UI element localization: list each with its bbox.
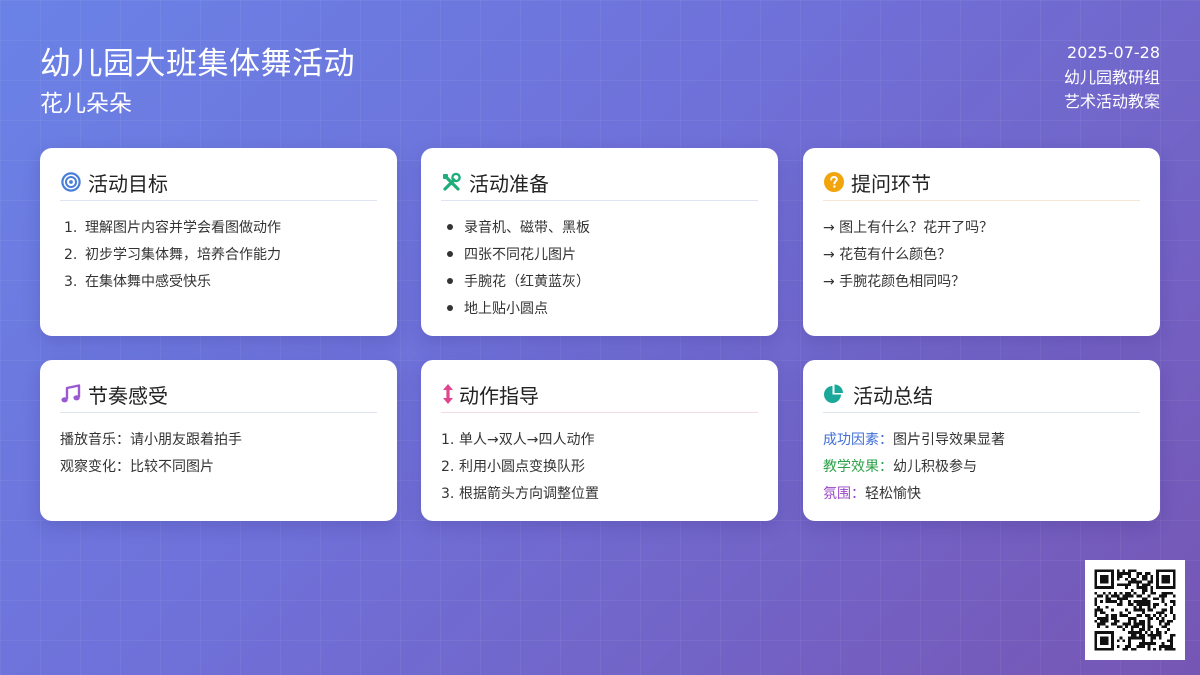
item-text: 在集体舞中感受快乐	[85, 274, 211, 290]
target-icon	[60, 172, 81, 193]
card-activity-prep: 活动准备 录音机、磁带、黑板 四张不同花儿图片 手腕花（红黄蓝灰） 地上贴小圆点	[421, 148, 778, 336]
item-label: 氛围	[823, 486, 851, 502]
item-text: 四张不同花儿图片	[464, 247, 576, 263]
card-header: 活动目标	[60, 168, 377, 201]
list-item: 录音机、磁带、黑板	[441, 215, 758, 242]
rhythm-list: 播放音乐：请小朋友跟着拍手 观察变化：比较不同图片	[60, 427, 377, 481]
category-label: 艺术活动教案	[1063, 92, 1160, 111]
list-item: 地上贴小圆点	[441, 296, 758, 323]
list-item: 手腕花（红黄蓝灰）	[441, 269, 758, 296]
card-title: 活动准备	[469, 171, 549, 196]
card-title: 活动总结	[853, 383, 933, 408]
goals-list: 1. 理解图片内容并学会看图做动作 2. 初步学习集体舞，培养合作能力 3. 在集体舞…	[60, 215, 377, 296]
item-number: 1.	[441, 432, 455, 448]
item-text: 轻松愉快	[865, 486, 921, 502]
list-item: 2. 初步学习集体舞，培养合作能力	[60, 242, 377, 269]
item-text: 手腕花（红黄蓝灰）	[464, 274, 590, 290]
item-text: 单人→双人→四人动作	[459, 432, 595, 448]
date-label: 2025-07-28	[1067, 43, 1160, 62]
bullet-icon	[447, 278, 453, 284]
list-item: 氛围：轻松愉快	[823, 481, 1140, 508]
list-item: → 手腕花颜色相同吗？	[823, 274, 966, 290]
item-label: 成功因素	[823, 432, 879, 448]
page-title: 幼儿园大班集体舞活动	[40, 46, 355, 82]
bullet-icon	[447, 224, 453, 230]
list-item: 四张不同花儿图片	[441, 242, 758, 269]
card-title: 节奏感受	[88, 383, 168, 408]
org-label: 幼儿园教研组	[1063, 67, 1160, 87]
item-text: 图片引导效果显著	[893, 432, 1005, 448]
card-header: 活动总结	[823, 380, 1140, 413]
card-title: 提问环节	[851, 171, 931, 196]
card-header: 活动准备	[441, 168, 758, 201]
arrows-vertical-icon	[441, 384, 454, 405]
tools-icon	[441, 172, 462, 193]
music-note-icon	[60, 383, 81, 405]
item-number: 1.	[64, 220, 78, 236]
item-text: 利用小圆点变换队形	[459, 459, 585, 475]
item-text: 理解图片内容并学会看图做动作	[85, 220, 281, 236]
item-number: 2.	[441, 459, 455, 475]
header-meta: 2025-07-28 幼儿园教研组 艺术活动教案	[1064, 41, 1160, 115]
card-header: 动作指导	[441, 380, 758, 413]
qr-code-icon[interactable]	[1085, 560, 1185, 660]
summary-list: 成功因素：图片引导效果显著 教学效果：幼儿积极参与 氛围：轻松愉快	[823, 427, 1140, 508]
item-text: 录音机、磁带、黑板	[464, 220, 590, 236]
item-separator: ：	[851, 486, 865, 502]
list-item: 教学效果：幼儿积极参与	[823, 454, 1140, 481]
item-text: 幼儿积极参与	[893, 459, 977, 475]
page-subtitle: 花儿朵朵	[40, 91, 132, 117]
pie-chart-icon	[823, 384, 844, 405]
list-item: 播放音乐：请小朋友跟着拍手	[60, 432, 242, 448]
list-item: → 图上有什么？花开了吗？	[823, 220, 994, 236]
list-item: 2. 利用小圆点变换队形	[441, 454, 758, 481]
bullet-icon	[447, 251, 453, 257]
card-questions: 提问环节 → 图上有什么？花开了吗？ → 花苞有什么颜色？ → 手腕花颜色相同吗…	[803, 148, 1160, 336]
list-item: 观察变化：比较不同图片	[60, 459, 214, 475]
bullet-icon	[447, 305, 453, 311]
questions-list: → 图上有什么？花开了吗？ → 花苞有什么颜色？ → 手腕花颜色相同吗？	[823, 215, 1140, 296]
card-header: 提问环节	[823, 168, 1140, 201]
item-number: 3.	[441, 486, 455, 502]
item-text: 地上贴小圆点	[464, 301, 548, 317]
moves-list: 1. 单人→双人→四人动作 2. 利用小圆点变换队形 3. 根据箭头方向调整位置	[441, 427, 758, 508]
item-number: 2.	[64, 247, 78, 263]
card-title: 动作指导	[459, 383, 539, 408]
list-item: 1. 单人→双人→四人动作	[441, 427, 758, 454]
list-item: 3. 在集体舞中感受快乐	[60, 269, 377, 296]
question-circle-icon	[823, 172, 844, 193]
item-number: 3.	[64, 274, 78, 290]
list-item: 3. 根据箭头方向调整位置	[441, 481, 758, 508]
item-label: 教学效果	[823, 459, 879, 475]
list-item: 1. 理解图片内容并学会看图做动作	[60, 215, 377, 242]
card-title: 活动目标	[88, 171, 168, 196]
item-separator: ：	[879, 459, 893, 475]
prep-list: 录音机、磁带、黑板 四张不同花儿图片 手腕花（红黄蓝灰） 地上贴小圆点	[441, 215, 758, 323]
list-item: → 花苞有什么颜色？	[823, 247, 952, 263]
item-text: 初步学习集体舞，培养合作能力	[85, 247, 281, 263]
list-item: 成功因素：图片引导效果显著	[823, 427, 1140, 454]
card-header: 节奏感受	[60, 380, 377, 413]
item-text: 根据箭头方向调整位置	[459, 486, 599, 502]
item-separator: ：	[879, 432, 893, 448]
card-activity-goals: 活动目标 1. 理解图片内容并学会看图做动作 2. 初步学习集体舞，培养合作能力 3…	[40, 148, 397, 336]
card-movement-guide: 动作指导 1. 单人→双人→四人动作 2. 利用小圆点变换队形 3. 根据箭头方向调整…	[421, 360, 778, 521]
card-summary: 活动总结 成功因素：图片引导效果显著 教学效果：幼儿积极参与 氛围：轻松愉快	[803, 360, 1160, 521]
card-rhythm: 节奏感受 播放音乐：请小朋友跟着拍手 观察变化：比较不同图片	[40, 360, 397, 521]
